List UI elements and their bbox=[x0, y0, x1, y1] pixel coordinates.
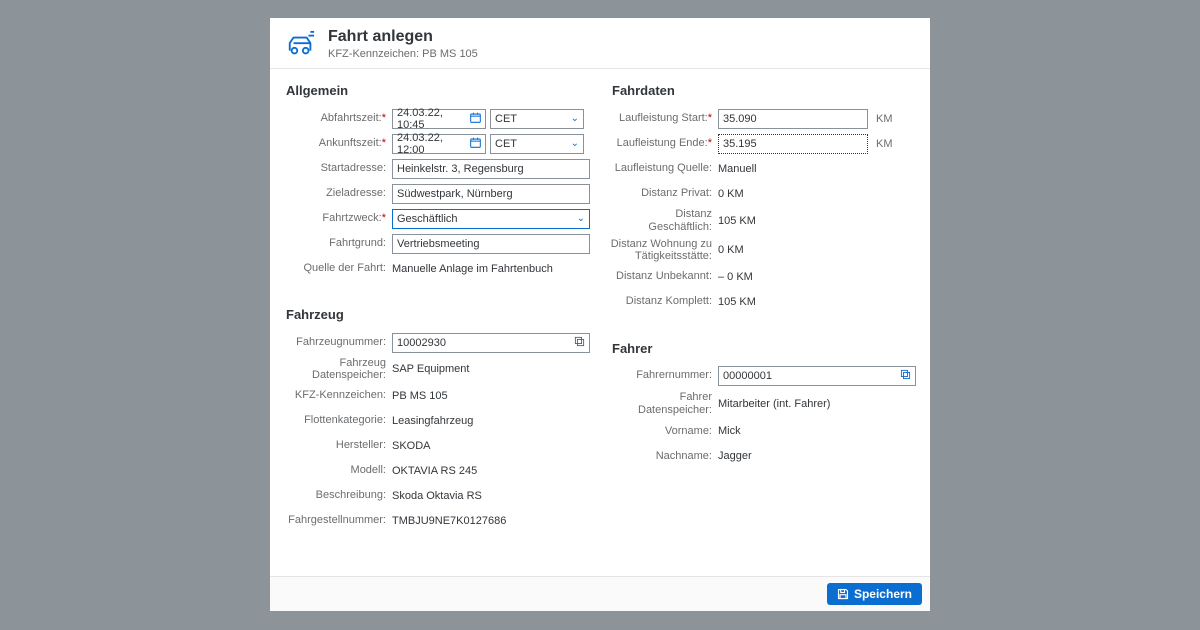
quelle-value: Manuelle Anlage im Fahrtenbuch bbox=[392, 263, 590, 275]
startadresse-label: Startadresse: bbox=[284, 162, 392, 175]
distanz-geschaeftlich-value: 105 KM bbox=[718, 215, 916, 227]
distanz-komplett-label: Distanz Komplett: bbox=[610, 295, 718, 308]
dialog-panel: Fahrt anlegen KFZ-Kennzeichen: PB MS 105… bbox=[270, 18, 930, 611]
modell-value: OKTAVIA RS 245 bbox=[392, 465, 590, 477]
kennzeichen-label: KFZ-Kennzeichen: bbox=[284, 389, 392, 402]
chevron-down-icon: ⌄ bbox=[571, 138, 579, 149]
laufleistung-ende-input[interactable]: 35.195 bbox=[718, 134, 868, 154]
flottenkategorie-value: Leasingfahrzeug bbox=[392, 415, 590, 427]
modell-label: Modell: bbox=[284, 464, 392, 477]
nachname-label: Nachname: bbox=[610, 450, 718, 463]
fahrzeug-datenspeicher-value: SAP Equipment bbox=[392, 363, 590, 375]
quelle-label: Quelle der Fahrt: bbox=[284, 262, 392, 275]
fahrgestell-label: Fahrgestellnummer: bbox=[284, 514, 392, 527]
value-help-icon[interactable] bbox=[574, 336, 585, 350]
startadresse-input[interactable]: Heinkelstr. 3, Regensburg bbox=[392, 159, 590, 179]
unit-km: KM bbox=[876, 113, 893, 125]
ankunftszeit-tz-select[interactable]: CET ⌄ bbox=[490, 134, 584, 154]
kennzeichen-value: PB MS 105 bbox=[392, 390, 590, 402]
beschreibung-value: Skoda Oktavia RS bbox=[392, 490, 590, 502]
fahrer-datenspeicher-label: Fahrer Datenspeicher: bbox=[610, 391, 718, 417]
zieladresse-label: Zieladresse: bbox=[284, 187, 392, 200]
hersteller-value: SKODA bbox=[392, 440, 590, 452]
fahrer-datenspeicher-value: Mitarbeiter (int. Fahrer) bbox=[718, 398, 916, 410]
save-button[interactable]: Speichern bbox=[827, 583, 922, 605]
chevron-down-icon: ⌄ bbox=[571, 113, 579, 124]
fahrtzweck-select[interactable]: Geschäftlich ⌄ bbox=[392, 209, 590, 229]
distanz-unbekannt-value: – 0 KM bbox=[718, 271, 916, 283]
fahrtgrund-label: Fahrtgrund: bbox=[284, 237, 392, 250]
fahrtzweck-label: Fahrtzweck:* bbox=[284, 212, 392, 225]
distanz-privat-label: Distanz Privat: bbox=[610, 187, 718, 200]
distanz-wohnung-value: 0 KM bbox=[718, 244, 916, 256]
vorname-value: Mick bbox=[718, 425, 916, 437]
flottenkategorie-label: Flottenkategorie: bbox=[284, 414, 392, 427]
page-subtitle: KFZ-Kennzeichen: PB MS 105 bbox=[328, 48, 478, 60]
dialog-header: Fahrt anlegen KFZ-Kennzeichen: PB MS 105 bbox=[270, 18, 930, 69]
abfahrtszeit-tz-select[interactable]: CET ⌄ bbox=[490, 109, 584, 129]
distanz-geschaeftlich-label: Distanz Geschäftlich: bbox=[610, 208, 718, 234]
fahrzeugnummer-input[interactable]: 10002930 bbox=[392, 333, 590, 353]
laufleistung-ende-label: Laufleistung Ende:* bbox=[610, 137, 718, 150]
laufleistung-quelle-value: Manuell bbox=[718, 163, 916, 175]
ankunftszeit-label: Ankunftszeit:* bbox=[284, 137, 392, 150]
distanz-wohnung-label: Distanz Wohnung zu Tätigkeitsstätte: bbox=[610, 238, 718, 262]
hersteller-label: Hersteller: bbox=[284, 439, 392, 452]
nachname-value: Jagger bbox=[718, 450, 916, 462]
vorname-label: Vorname: bbox=[610, 425, 718, 438]
ankunftszeit-input[interactable]: 24.03.22, 12:00 bbox=[392, 134, 486, 154]
distanz-komplett-value: 105 KM bbox=[718, 296, 916, 308]
chevron-down-icon: ⌄ bbox=[577, 213, 585, 224]
section-fahrzeug: Fahrzeug bbox=[286, 307, 590, 322]
calendar-icon[interactable] bbox=[470, 137, 481, 151]
abfahrtszeit-input[interactable]: 24.03.22, 10:45 bbox=[392, 109, 486, 129]
page-title: Fahrt anlegen bbox=[328, 28, 478, 46]
distanz-privat-value: 0 KM bbox=[718, 188, 916, 200]
laufleistung-start-input[interactable]: 35.090 bbox=[718, 109, 868, 129]
fahrtgrund-input[interactable]: Vertriebsmeeting bbox=[392, 234, 590, 254]
section-fahrer: Fahrer bbox=[612, 341, 916, 356]
dialog-body: Allgemein Abfahrtszeit:* 24.03.22, 10:45… bbox=[270, 69, 930, 576]
beschreibung-label: Beschreibung: bbox=[284, 489, 392, 502]
fahrernummer-label: Fahrernummer: bbox=[610, 369, 718, 382]
value-help-icon[interactable] bbox=[900, 369, 911, 383]
calendar-icon[interactable] bbox=[470, 112, 481, 126]
fahrernummer-input[interactable]: 00000001 bbox=[718, 366, 916, 386]
abfahrtszeit-label: Abfahrtszeit:* bbox=[284, 112, 392, 125]
fahrzeugnummer-label: Fahrzeugnummer: bbox=[284, 336, 392, 349]
laufleistung-quelle-label: Laufleistung Quelle: bbox=[610, 162, 718, 175]
dialog-footer: Speichern bbox=[270, 576, 930, 611]
unit-km: KM bbox=[876, 138, 893, 150]
zieladresse-input[interactable]: Südwestpark, Nürnberg bbox=[392, 184, 590, 204]
distanz-unbekannt-label: Distanz Unbekannt: bbox=[610, 270, 718, 283]
section-allgemein: Allgemein bbox=[286, 83, 590, 98]
fahrgestell-value: TMBJU9NE7K0127686 bbox=[392, 515, 590, 527]
save-icon bbox=[837, 588, 849, 600]
left-column: Allgemein Abfahrtszeit:* 24.03.22, 10:45… bbox=[274, 75, 600, 572]
right-column: Fahrdaten Laufleistung Start:* 35.090 KM… bbox=[600, 75, 926, 572]
fahrzeug-datenspeicher-label: Fahrzeug Datenspeicher: bbox=[284, 357, 392, 381]
car-icon bbox=[286, 30, 316, 60]
section-fahrdaten: Fahrdaten bbox=[612, 83, 916, 98]
laufleistung-start-label: Laufleistung Start:* bbox=[610, 112, 718, 125]
